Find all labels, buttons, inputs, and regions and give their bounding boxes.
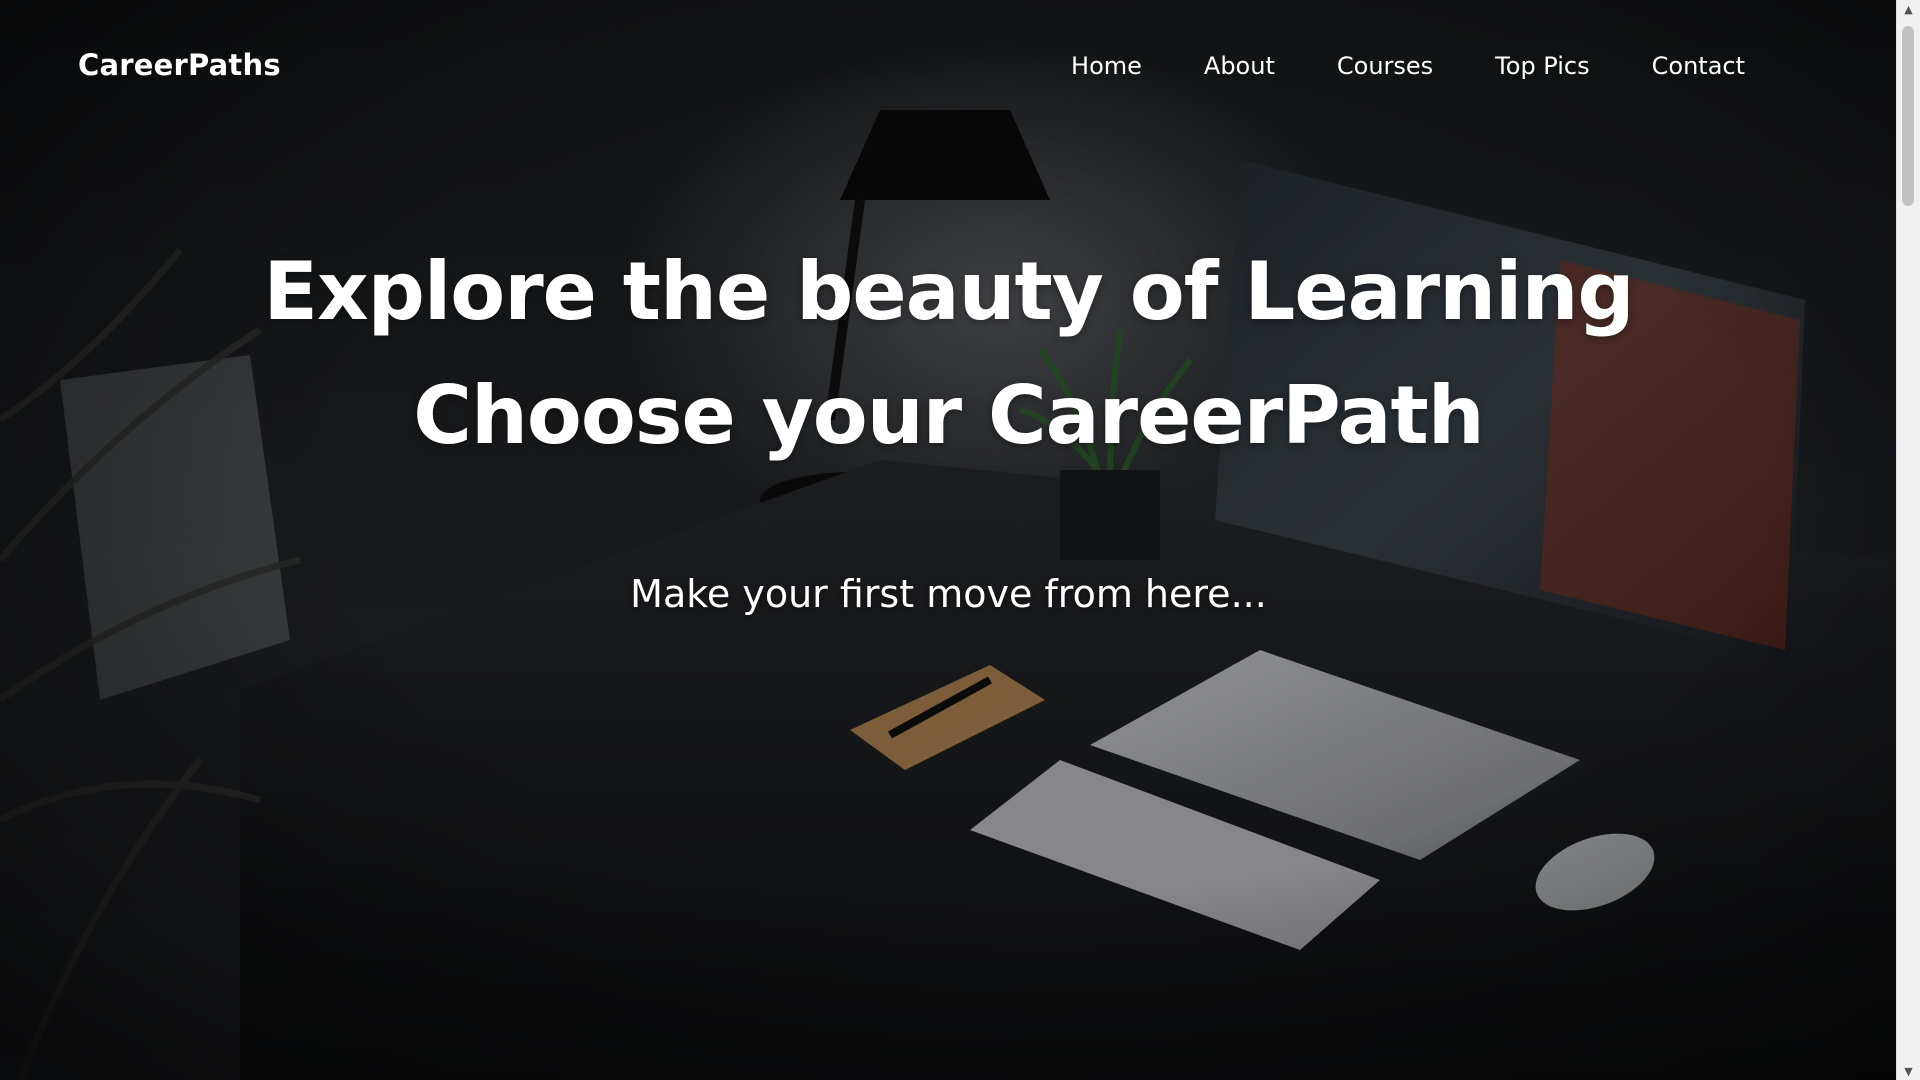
hero-title-line-2: Choose your CareerPath <box>413 369 1484 462</box>
navbar: CareerPaths Home About Courses Top Pics … <box>0 0 1897 140</box>
nav-links: Home About Courses Top Pics Contact <box>1071 52 1745 80</box>
scroll-up-arrow-icon[interactable]: ▲ <box>1897 0 1920 18</box>
hero-viewport: CareerPaths Home About Courses Top Pics … <box>0 0 1897 1080</box>
scroll-thumb[interactable] <box>1902 26 1914 206</box>
nav-link-courses[interactable]: Courses <box>1337 52 1433 80</box>
brand-logo[interactable]: CareerPaths <box>78 48 281 82</box>
nav-link-about[interactable]: About <box>1204 52 1275 80</box>
nav-link-contact[interactable]: Contact <box>1652 52 1745 80</box>
hero-section: Explore the beauty of Learning Choose yo… <box>0 230 1897 616</box>
nav-link-top-pics[interactable]: Top Pics <box>1495 52 1589 80</box>
page-scrollbar[interactable]: ▲ ▼ <box>1896 0 1920 1080</box>
scroll-down-arrow-icon[interactable]: ▼ <box>1897 1062 1920 1080</box>
nav-link-home[interactable]: Home <box>1071 52 1142 80</box>
page: CareerPaths Home About Courses Top Pics … <box>0 0 1920 1080</box>
hero-subtitle: Make your first move from here... <box>630 572 1267 616</box>
hero-title-line-1: Explore the beauty of Learning <box>263 245 1634 338</box>
